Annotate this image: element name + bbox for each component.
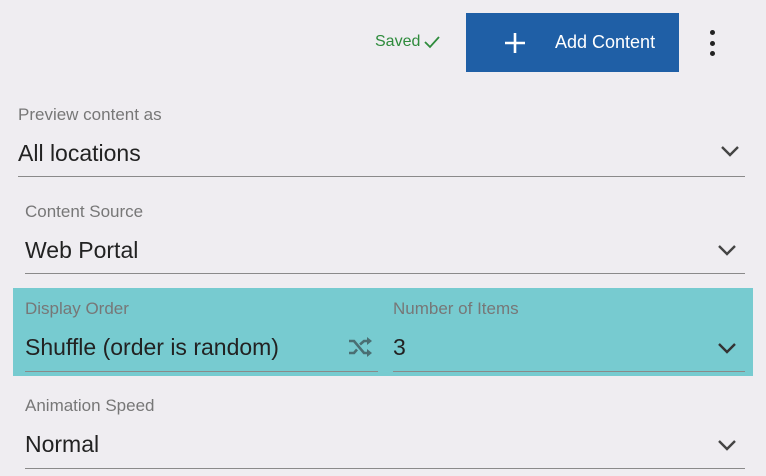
preview-content-value: All locations xyxy=(18,140,141,166)
number-of-items-value: 3 xyxy=(393,334,406,360)
animation-speed-value: Normal xyxy=(25,431,100,457)
display-order-select[interactable]: Display Order Shuffle (order is random) xyxy=(25,299,378,372)
field-underline xyxy=(25,273,745,274)
content-source-label: Content Source xyxy=(25,202,144,221)
plus-icon xyxy=(505,32,525,53)
number-of-items-select[interactable]: Number of Items 3 xyxy=(393,299,745,372)
display-order-value: Shuffle (order is random) xyxy=(25,334,279,360)
add-content-label: Add Content xyxy=(555,32,656,52)
preview-content-select[interactable]: Preview content as All locations xyxy=(18,105,745,177)
saved-label: Saved xyxy=(375,33,421,50)
saved-status: Saved xyxy=(375,33,441,51)
field-underline xyxy=(25,371,378,372)
shuffle-icon xyxy=(349,337,372,357)
field-underline xyxy=(393,371,745,372)
display-order-label: Display Order xyxy=(25,299,129,318)
content-source-value: Web Portal xyxy=(25,237,139,263)
animation-speed-select[interactable]: Animation Speed Normal xyxy=(25,396,745,470)
checkmark-icon xyxy=(424,36,441,49)
animation-speed-label: Animation Speed xyxy=(25,396,155,415)
more-options-icon[interactable] xyxy=(700,26,724,60)
chevron-down-icon xyxy=(718,440,736,451)
add-content-button[interactable]: Add Content xyxy=(466,13,679,72)
chevron-down-icon xyxy=(718,343,736,354)
content-source-select[interactable]: Content Source Web Portal xyxy=(25,202,745,274)
chevron-down-icon xyxy=(718,245,736,256)
chevron-down-icon xyxy=(721,146,739,157)
toolbar: Saved Add Content xyxy=(0,0,766,90)
number-of-items-label: Number of Items xyxy=(393,299,519,318)
preview-content-label: Preview content as xyxy=(18,105,162,124)
field-underline xyxy=(25,468,745,469)
field-underline xyxy=(18,176,745,177)
